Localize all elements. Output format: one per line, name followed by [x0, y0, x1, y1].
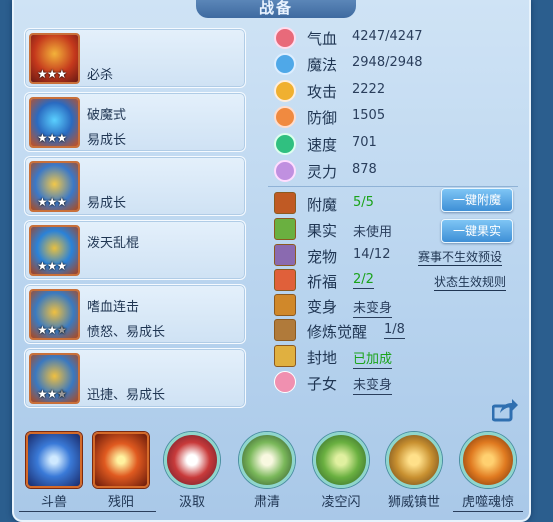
- row-fief: 封地 已加成: [274, 345, 519, 369]
- skill-label-4: 肃清: [253, 495, 280, 510]
- skill-label-6: 狮威镇世: [387, 495, 440, 510]
- skill-icon-2[interactable]: [93, 432, 149, 488]
- skill-label-1: 斗兽: [19, 491, 89, 512]
- skill-icon-1[interactable]: [26, 432, 82, 488]
- equipment-slot-4[interactable]: ★★★ 泼天乱棍: [24, 220, 246, 280]
- stat-hp: 气血 4247/4247: [272, 25, 522, 51]
- star-rating: ★★★: [37, 259, 67, 273]
- heart-icon: [274, 27, 296, 49]
- skill-icon-3[interactable]: [164, 432, 220, 488]
- stat-attack: 攻击 2222: [272, 78, 522, 104]
- fief-icon: [274, 345, 296, 367]
- speed-icon: [274, 133, 296, 155]
- equipment-skill: 嗜血连击: [87, 300, 140, 315]
- weapon-icon: ★★★: [29, 33, 80, 84]
- status-rules-link[interactable]: 状态生效规则: [434, 273, 507, 291]
- skill-label-7: 虎噬魂惊: [453, 491, 523, 512]
- defense-icon: [274, 106, 296, 128]
- skill-icon-7[interactable]: [460, 432, 516, 488]
- armor-icon: ★★★: [29, 161, 80, 212]
- star-rating: ★★★: [37, 67, 67, 81]
- equipment-effect: 迅捷、易成长: [87, 388, 166, 403]
- star-rating: ★★★: [37, 131, 67, 145]
- equipment-slot-2[interactable]: ★★★ 破魔式 易成长: [24, 92, 246, 152]
- share-icon[interactable]: [492, 398, 518, 422]
- lotus-icon: [274, 371, 296, 393]
- equipment-slot-6[interactable]: ★★★ 迅捷、易成长: [24, 348, 246, 408]
- enchant-icon: [274, 192, 296, 214]
- fruit-icon: [274, 218, 296, 240]
- row-transform: 变身 未变身: [274, 294, 519, 318]
- pet-icon: [274, 244, 296, 266]
- spirit-icon: [274, 160, 296, 182]
- mana-icon: [274, 53, 296, 75]
- one-click-fruit-button[interactable]: 一键果实: [441, 219, 513, 243]
- helmet-icon: ★★★: [29, 97, 80, 148]
- stat-spirit: 灵力 878: [272, 158, 522, 184]
- equipment-slot-5[interactable]: ★★★ 嗜血连击 愤怒、易成长: [24, 284, 246, 344]
- equipment-effect: 易成长: [87, 196, 127, 211]
- transform-icon: [274, 294, 296, 316]
- equipment-effect: 必杀: [87, 68, 114, 83]
- page-title: 战备: [196, 0, 356, 18]
- star-rating: ★★★: [37, 195, 67, 209]
- row-children: 子女 未变身: [274, 371, 519, 395]
- stat-speed: 速度 701: [272, 131, 522, 157]
- awakening-icon: [274, 319, 296, 341]
- event-preset-link[interactable]: 赛事不生效预设: [418, 248, 503, 266]
- star-rating: ★★★: [37, 323, 67, 337]
- one-click-enchant-button[interactable]: 一键附魔: [441, 188, 513, 212]
- equipment-skill: 泼天乱棍: [87, 236, 140, 251]
- equipment-slot-3[interactable]: ★★★ 易成长: [24, 156, 246, 216]
- skill-label-3: 汲取: [178, 495, 205, 510]
- equipment-slot-1[interactable]: ★★★ 必杀: [24, 28, 246, 88]
- skill-label-5: 凌空闪: [321, 495, 361, 510]
- skill-icon-6[interactable]: [386, 432, 442, 488]
- skill-icon-4[interactable]: [239, 432, 295, 488]
- stat-mp: 魔法 2948/2948: [272, 51, 522, 77]
- row-awakening: 修炼觉醒 1/8: [274, 319, 519, 343]
- divider: [268, 186, 518, 187]
- equipment-effect: 愤怒、易成长: [87, 325, 166, 340]
- skill-label-2: 残阳: [86, 491, 156, 512]
- equipment-skill: 破魔式: [87, 108, 127, 123]
- stat-defense: 防御 1505: [272, 104, 522, 130]
- necklace-icon: ★★★: [29, 225, 80, 276]
- star-rating: ★★★: [37, 387, 67, 401]
- skill-icon-5[interactable]: [313, 432, 369, 488]
- equipment-effect: 易成长: [87, 133, 127, 148]
- attack-icon: [274, 80, 296, 102]
- belt-icon: ★★★: [29, 289, 80, 340]
- blessing-icon: [274, 269, 296, 291]
- boots-icon: ★★★: [29, 353, 80, 404]
